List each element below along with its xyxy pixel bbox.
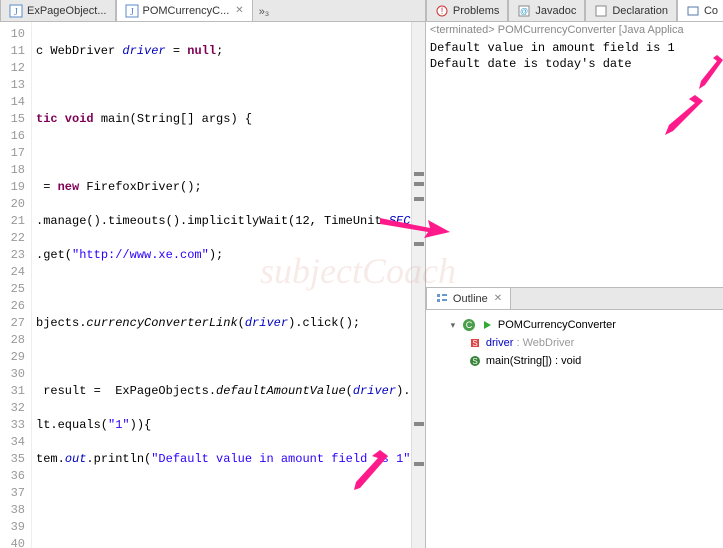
tab-declaration[interactable]: Declaration [585,0,677,21]
java-file-icon: J [9,4,23,18]
close-icon[interactable]: ✕ [235,5,243,16]
tab-label: Problems [453,5,499,17]
problems-icon: ! [435,4,449,18]
tab-pomcurrency[interactable]: J POMCurrencyC... ✕ [116,0,253,21]
tab-problems[interactable]: ! Problems [426,0,508,21]
svg-text:S: S [472,357,477,366]
tab-label: Declaration [612,5,668,17]
close-icon[interactable]: ✕ [494,293,502,304]
tab-console[interactable]: Co [677,0,723,21]
tree-label: driver : WebDriver [486,337,574,349]
declaration-icon [594,4,608,18]
field-icon: S [468,336,482,350]
run-icon [480,318,494,332]
tab-label: Outline [453,293,488,305]
console-icon [686,4,700,18]
tree-node-class[interactable]: ▾ C POMCurrencyConverter [434,316,719,334]
tab-label: Javadoc [535,5,576,17]
outline-tree[interactable]: ▾ C POMCurrencyConverter S driver : WebD… [426,310,723,376]
outline-tabbar: Outline ✕ [426,288,723,310]
right-pane: ! Problems @ Javadoc Declaration Co <ter… [426,0,723,548]
tree-label: main(String[]) : void [486,355,581,367]
views-tabbar: ! Problems @ Javadoc Declaration Co [426,0,723,22]
svg-text:@: @ [520,7,528,16]
overview-ruler[interactable] [411,22,425,548]
tree-label: POMCurrencyConverter [498,319,616,331]
svg-text:C: C [466,320,473,330]
java-file-icon: J [125,4,139,18]
collapse-icon[interactable]: ▾ [448,320,458,330]
svg-text:J: J [14,7,18,18]
class-icon: C [462,318,476,332]
tab-expageobject[interactable]: J ExPageObject... [0,0,116,21]
console-header: <terminated> POMCurrencyConverter [Java … [426,22,723,38]
tab-label: POMCurrencyC... [143,5,230,17]
editor-pane: J ExPageObject... J POMCurrencyC... ✕ »₃… [0,0,426,548]
svg-text:J: J [130,7,134,18]
svg-text:S: S [472,339,477,348]
tab-overflow[interactable]: »₃ [253,3,276,21]
javadoc-icon: @ [517,4,531,18]
console-output[interactable]: Default value in amount field is 1Defaul… [426,38,723,74]
code-area[interactable]: c WebDriver driver = null; tic void main… [32,22,425,548]
outline-icon [435,292,449,306]
svg-text:!: ! [441,6,444,16]
tab-label: ExPageObject... [27,5,107,17]
tab-label: Co [704,5,718,17]
line-gutter: 1011121314151617181920212223242526272829… [0,22,32,548]
tree-node-method[interactable]: S main(String[]) : void [434,352,719,370]
editor-body[interactable]: 1011121314151617181920212223242526272829… [0,22,425,548]
outline-pane: Outline ✕ ▾ C POMCurrencyConverter S dri… [426,288,723,548]
tab-javadoc[interactable]: @ Javadoc [508,0,585,21]
editor-tabbar: J ExPageObject... J POMCurrencyC... ✕ »₃ [0,0,425,22]
console-pane: <terminated> POMCurrencyConverter [Java … [426,22,723,288]
tab-outline[interactable]: Outline ✕ [426,287,511,309]
tree-node-field[interactable]: S driver : WebDriver [434,334,719,352]
method-icon: S [468,354,482,368]
